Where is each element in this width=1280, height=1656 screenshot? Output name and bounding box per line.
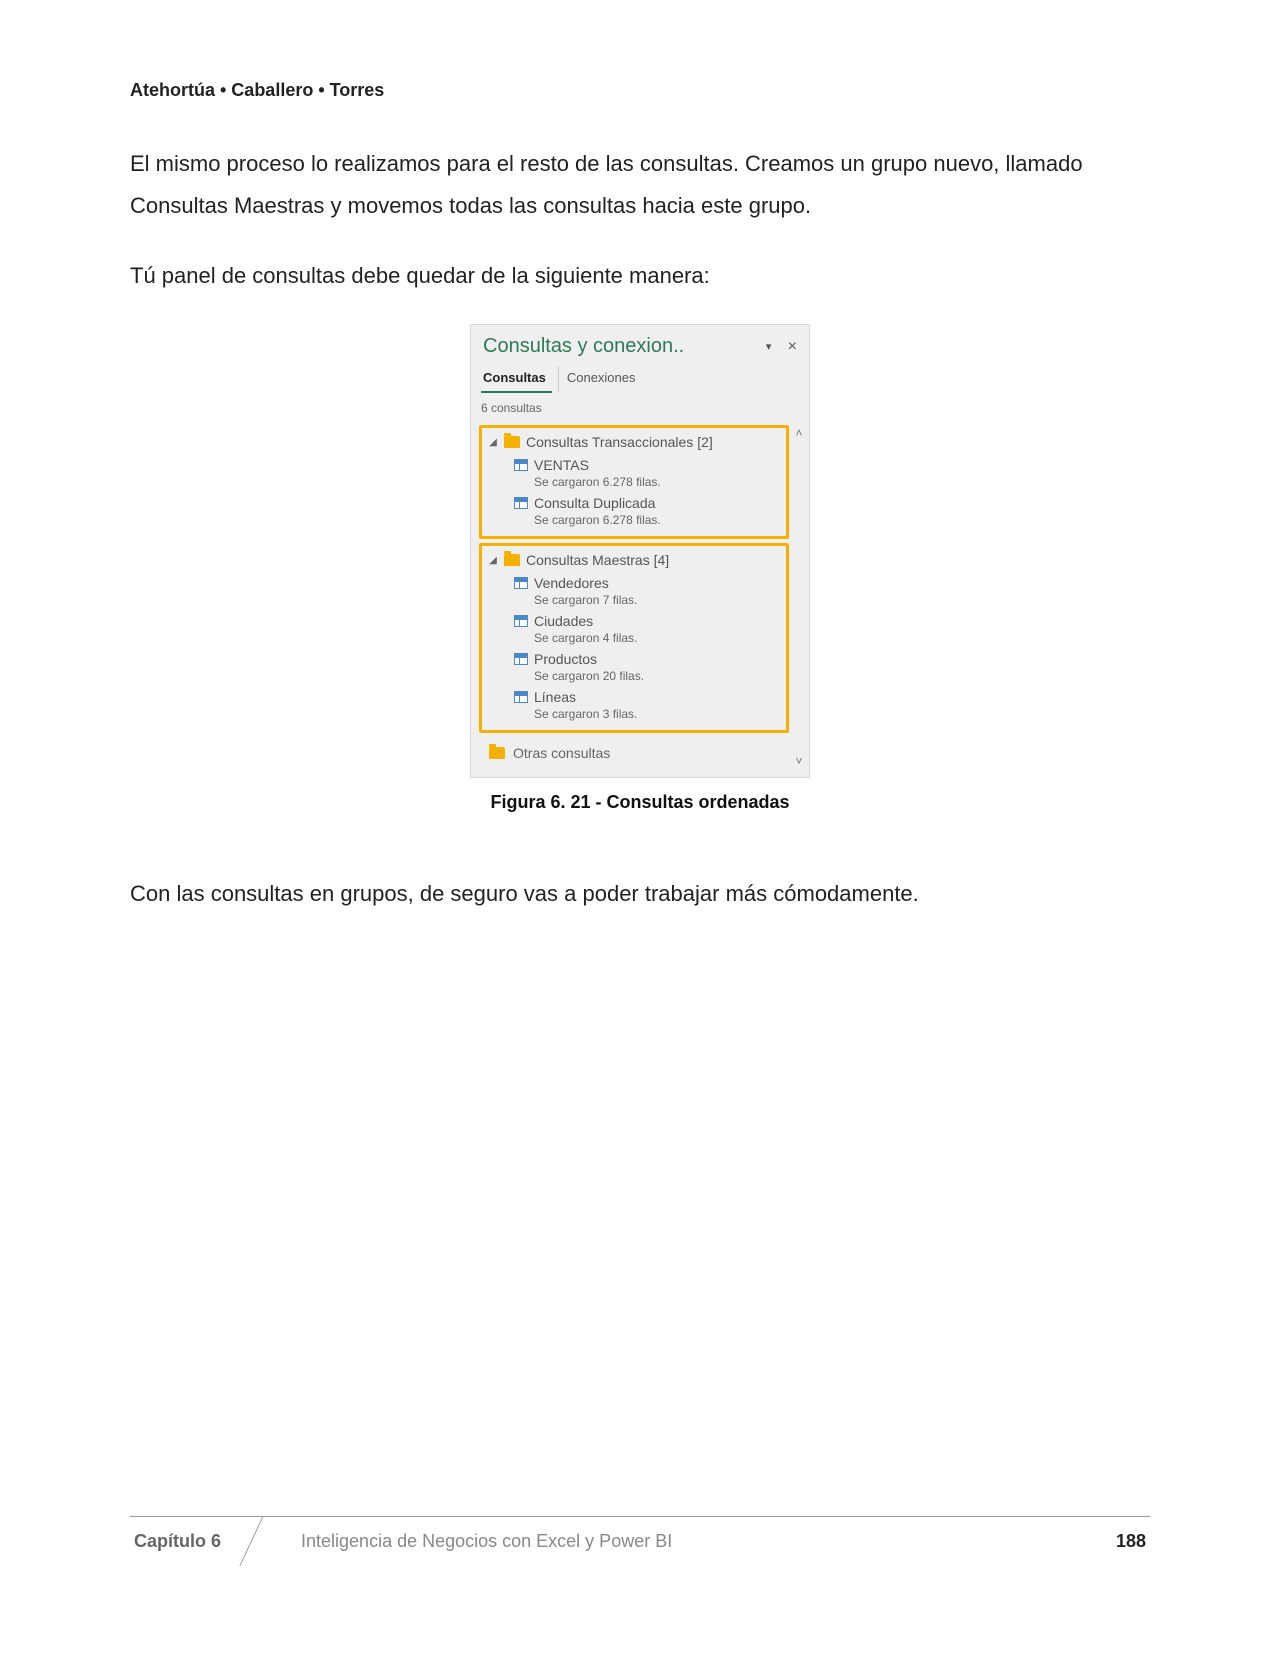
query-status: Se cargaron 6.278 filas. (514, 475, 780, 489)
footer-title: Inteligencia de Negocios con Excel y Pow… (291, 1517, 1112, 1566)
footer-chapter: Capítulo 6 (130, 1517, 251, 1566)
group-header[interactable]: ◢ Consultas Transaccionales [2] (488, 432, 780, 454)
folder-icon (489, 747, 505, 759)
pane-options-dropdown[interactable]: ▾ (762, 340, 776, 354)
query-status: Se cargaron 20 filas. (514, 669, 780, 683)
pane-scrollbar[interactable]: ˄ ˅ (791, 425, 807, 769)
collapse-toggle-icon[interactable]: ◢ (488, 437, 498, 448)
query-status: Se cargaron 4 filas. (514, 631, 780, 645)
query-name: Vendedores (534, 575, 609, 591)
table-icon (514, 615, 528, 627)
scroll-up-icon[interactable]: ˄ (791, 425, 807, 441)
query-item[interactable]: VENTAS Se cargaron 6.278 filas. (488, 454, 780, 492)
query-name: Consulta Duplicada (534, 495, 655, 511)
query-item[interactable]: Ciudades Se cargaron 4 filas. (488, 610, 780, 648)
tab-consultas[interactable]: Consultas (481, 366, 552, 393)
footer-page-number: 188 (1112, 1517, 1150, 1566)
query-name: VENTAS (534, 457, 589, 473)
collapse-toggle-icon[interactable]: ◢ (488, 555, 498, 566)
query-name: Ciudades (534, 613, 593, 629)
table-icon (514, 653, 528, 665)
paragraph-3: Con las consultas en grupos, de seguro v… (130, 873, 1150, 915)
table-icon (514, 459, 528, 471)
pane-title: Consultas y conexion.. (483, 335, 754, 358)
group-label: Consultas Maestras [4] (526, 552, 669, 568)
pane-close-button[interactable]: × (784, 338, 801, 356)
paragraph-2: Tú panel de consultas debe quedar de la … (130, 255, 1150, 297)
query-item[interactable]: Productos Se cargaron 20 filas. (488, 648, 780, 686)
group-maestras: ◢ Consultas Maestras [4] Vendedores Se c… (479, 543, 789, 733)
table-icon (514, 691, 528, 703)
page-author-header: Atehortúa • Caballero • Torres (130, 80, 1150, 101)
query-status: Se cargaron 6.278 filas. (514, 513, 780, 527)
scroll-down-icon[interactable]: ˅ (791, 753, 807, 769)
query-item[interactable]: Vendedores Se cargaron 7 filas. (488, 572, 780, 610)
queries-pane: Consultas y conexion.. ▾ × Consultas Con… (470, 324, 810, 778)
query-item[interactable]: Líneas Se cargaron 3 filas. (488, 686, 780, 724)
query-status: Se cargaron 3 filas. (514, 707, 780, 721)
group-header[interactable]: ◢ Consultas Maestras [4] (488, 550, 780, 572)
footer-separator (251, 1517, 291, 1566)
figure-caption: Figura 6. 21 - Consultas ordenadas (130, 792, 1150, 813)
page-footer: Capítulo 6 Inteligencia de Negocios con … (130, 1516, 1150, 1566)
group-transaccionales: ◢ Consultas Transaccionales [2] VENTAS S… (479, 425, 789, 539)
group-otras-consultas[interactable]: Otras consultas (475, 737, 789, 769)
group-label: Otras consultas (513, 745, 610, 761)
figure-6-21: Consultas y conexion.. ▾ × Consultas Con… (130, 324, 1150, 813)
table-icon (514, 497, 528, 509)
query-name: Líneas (534, 689, 576, 705)
group-label: Consultas Transaccionales [2] (526, 434, 713, 450)
paragraph-1: El mismo proceso lo realizamos para el r… (130, 143, 1150, 227)
tab-conexiones[interactable]: Conexiones (558, 366, 642, 393)
queries-count: 6 consultas (471, 393, 809, 421)
folder-icon (504, 436, 520, 448)
query-name: Productos (534, 651, 597, 667)
folder-icon (504, 554, 520, 566)
query-item[interactable]: Consulta Duplicada Se cargaron 6.278 fil… (488, 492, 780, 530)
table-icon (514, 577, 528, 589)
query-status: Se cargaron 7 filas. (514, 593, 780, 607)
